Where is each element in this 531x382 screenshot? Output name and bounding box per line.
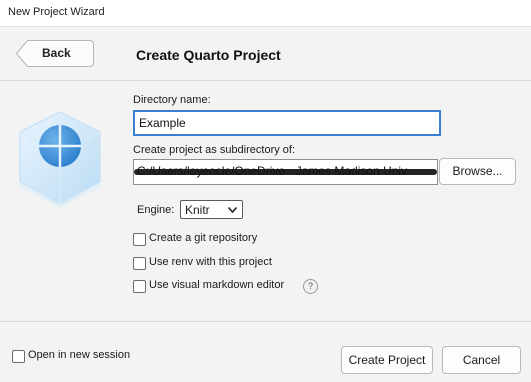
redaction-scribble xyxy=(134,169,437,175)
browse-button[interactable]: Browse... xyxy=(439,158,516,185)
chevron-down-icon xyxy=(228,207,237,213)
back-button-label: Back xyxy=(42,46,71,60)
subdirectory-path-field[interactable]: C:/Users/layeocle/OneDrive - James Madis… xyxy=(133,159,438,185)
back-button[interactable]: Back xyxy=(16,40,94,67)
subdirectory-label: Create project as subdirectory of: xyxy=(133,144,296,156)
engine-select[interactable]: Knitr xyxy=(180,200,243,219)
git-repository-checkbox[interactable] xyxy=(133,233,146,246)
quarto-cube-logo-icon xyxy=(14,108,106,211)
visual-editor-checkbox[interactable] xyxy=(133,280,146,293)
engine-label: Engine: xyxy=(137,204,175,216)
open-new-session-label: Open in new session xyxy=(28,349,131,361)
page-title: Create Quarto Project xyxy=(136,47,281,63)
wizard-header: Back Create Quarto Project xyxy=(0,27,531,81)
engine-select-value: Knitr xyxy=(185,203,210,217)
directory-name-label: Directory name: xyxy=(133,94,211,106)
open-new-session-checkbox[interactable] xyxy=(12,350,25,363)
window-title: New Project Wizard xyxy=(8,6,105,18)
git-repository-label: Create a git repository xyxy=(149,232,258,244)
window-titlebar: New Project Wizard xyxy=(0,0,531,27)
renv-checkbox[interactable] xyxy=(133,257,146,270)
footer-divider xyxy=(0,321,531,322)
directory-name-input[interactable]: Example xyxy=(133,110,441,136)
create-project-button[interactable]: Create Project xyxy=(341,346,433,374)
cancel-button[interactable]: Cancel xyxy=(442,346,521,374)
visual-editor-label: Use visual markdown editor xyxy=(149,279,285,291)
help-icon[interactable]: ? xyxy=(303,279,318,294)
renv-label: Use renv with this project xyxy=(149,256,272,268)
